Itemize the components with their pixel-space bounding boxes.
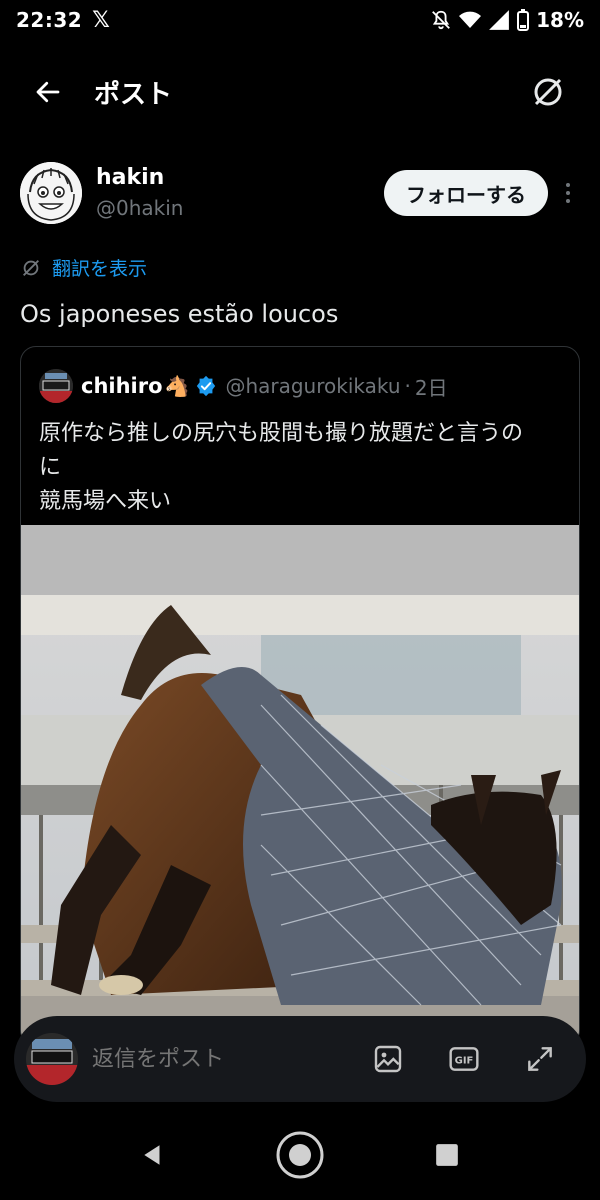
horse-emoji: 🐴	[164, 374, 190, 398]
reply-input[interactable]	[92, 1046, 342, 1072]
add-image-button[interactable]	[368, 1039, 408, 1079]
author-names: hakin @0hakin	[96, 163, 183, 223]
separator-dot: ·	[404, 374, 411, 398]
translate-toggle-button[interactable]	[524, 68, 572, 116]
translate-icon	[23, 259, 39, 276]
more-dot	[566, 199, 570, 203]
quoted-post-header: chihiro 🐴 @haragurokikaku · 2日	[21, 347, 579, 403]
top-app-bar: ポスト	[0, 56, 600, 128]
nav-recents-button[interactable]	[417, 1125, 477, 1185]
deep-bond-avatar-icon	[39, 369, 73, 403]
horse-photo	[21, 525, 579, 1045]
current-user-avatar[interactable]	[26, 1033, 78, 1085]
show-translation-label: 翻訳を表示	[52, 258, 148, 280]
reply-composer: GIF	[14, 1016, 586, 1102]
cartoon-avatar-icon	[20, 162, 82, 224]
back-button[interactable]	[24, 68, 72, 116]
more-dot	[566, 183, 570, 187]
more-options-button[interactable]	[556, 183, 580, 203]
x-logo-icon: 𝕏	[92, 7, 110, 33]
author-avatar[interactable]	[20, 162, 82, 224]
image-icon	[374, 1045, 402, 1073]
quoted-post[interactable]: chihiro 🐴 @haragurokikaku · 2日 原作なら推しの尻穴…	[20, 346, 580, 1046]
expand-icon	[528, 1047, 552, 1071]
quoted-post-time: 2日	[414, 375, 448, 400]
system-nav-bar	[0, 1110, 600, 1200]
author-name[interactable]: hakin	[96, 163, 183, 193]
translate-off-icon	[534, 78, 562, 106]
show-translation-link[interactable]: 翻訳を表示	[20, 254, 147, 281]
nav-back-button[interactable]	[123, 1125, 183, 1185]
verified-badge-icon	[197, 375, 216, 397]
status-icons: 18%	[430, 8, 584, 32]
status-bar: 22:32 𝕏 18%	[0, 0, 600, 40]
signal-icon	[489, 10, 510, 30]
quoted-author-name: chihiro	[81, 374, 163, 398]
quoted-author-handle: @haragurokikaku	[225, 374, 401, 398]
mute-icon	[432, 10, 451, 30]
quoted-author-avatar	[39, 369, 73, 403]
quoted-post-photo[interactable]	[21, 525, 579, 1045]
deep-bond-avatar-icon	[26, 1033, 78, 1085]
wifi-icon	[459, 11, 482, 28]
status-time: 22:32	[16, 8, 83, 32]
more-dot	[566, 191, 570, 195]
author-handle[interactable]: @0hakin	[96, 193, 183, 223]
reply-actions: GIF	[368, 1039, 574, 1079]
nav-home-button[interactable]	[270, 1125, 330, 1185]
quoted-post-text: 原作なら推しの尻穴も股間も撮り放題だと言うの に 競馬場へ来い	[39, 421, 524, 514]
post-text: Os japoneses estão loucos	[20, 300, 339, 328]
gif-icon: GIF	[449, 1047, 479, 1071]
follow-button[interactable]: フォローする	[384, 170, 548, 216]
svg-text:GIF: GIF	[455, 1056, 474, 1067]
battery-icon	[517, 9, 530, 31]
add-gif-button[interactable]: GIF	[444, 1039, 484, 1079]
nav-back-icon	[144, 1145, 160, 1165]
page-title: ポスト	[94, 79, 173, 110]
nav-recents-icon	[435, 1144, 458, 1166]
back-arrow-icon	[36, 81, 60, 103]
post-author: hakin @0hakin フォローする	[20, 158, 580, 228]
expand-composer-button[interactable]	[520, 1039, 560, 1079]
battery-percent: 18%	[536, 8, 584, 32]
nav-home-icon	[276, 1131, 324, 1179]
